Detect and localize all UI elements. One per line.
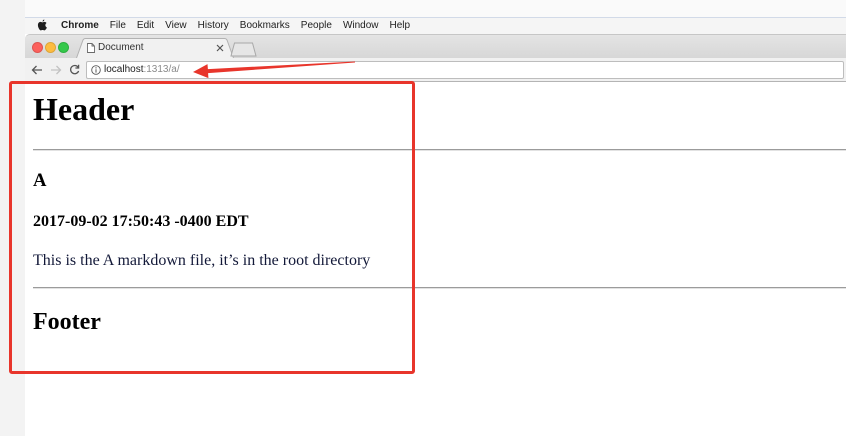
desktop-top <box>0 0 846 17</box>
minimize-window-button[interactable] <box>45 42 56 53</box>
menu-view[interactable]: View <box>165 18 187 34</box>
footer-divider <box>33 286 846 289</box>
menu-people[interactable]: People <box>301 18 332 34</box>
menu-file[interactable]: File <box>110 18 126 34</box>
zoom-window-button[interactable] <box>58 42 69 53</box>
new-tab-icon[interactable] <box>230 42 257 57</box>
desktop-left <box>0 0 25 436</box>
tab-document[interactable]: Document <box>76 38 234 58</box>
url-host: localhost <box>104 64 144 75</box>
page-article: Header A 2017-09-02 17:50:43 -0400 EDT T… <box>25 82 846 336</box>
menu-edit[interactable]: Edit <box>137 18 154 34</box>
page-header: Header <box>33 91 135 127</box>
page-title: A <box>33 169 47 191</box>
menu-bar: Chrome File Edit View History Bookmarks … <box>25 17 846 34</box>
menu-items: Chrome File Edit View History Bookmarks … <box>61 18 410 34</box>
menu-bookmarks[interactable]: Bookmarks <box>240 18 290 34</box>
page-body-text: This is the A markdown file, it’s in the… <box>33 252 371 270</box>
page-date: 2017-09-02 17:50:43 -0400 EDT <box>33 212 249 230</box>
arrow-left-icon[interactable] <box>31 65 43 75</box>
menu-app-name[interactable]: Chrome <box>61 18 99 34</box>
tab-title: Document <box>98 42 144 53</box>
address-bar[interactable]: localhost:1313/a/ <box>86 61 844 79</box>
menu-window[interactable]: Window <box>343 18 379 34</box>
menu-history[interactable]: History <box>198 18 229 34</box>
page-icon <box>87 43 95 53</box>
close-window-button[interactable] <box>32 42 43 53</box>
page-footer: Footer <box>33 308 101 335</box>
browser-window: Document localhost:1313/a/ <box>25 34 846 82</box>
page-viewport: Header A 2017-09-02 17:50:43 -0400 EDT T… <box>25 82 846 436</box>
menu-help[interactable]: Help <box>390 18 411 34</box>
url-text[interactable]: localhost:1313/a/ <box>104 62 180 78</box>
close-icon[interactable] <box>216 44 224 52</box>
info-icon[interactable] <box>91 65 101 75</box>
url-path: :1313/a/ <box>143 64 180 75</box>
header-divider <box>33 149 846 152</box>
toolbar: localhost:1313/a/ <box>25 58 846 82</box>
apple-logo-icon[interactable] <box>37 19 48 31</box>
reload-icon[interactable] <box>69 64 80 75</box>
arrow-right-icon[interactable] <box>50 65 62 75</box>
